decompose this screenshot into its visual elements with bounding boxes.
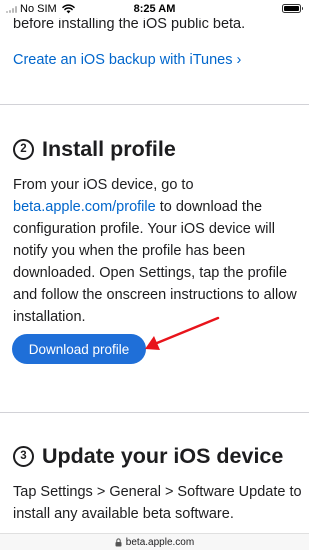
- step-2-heading: 2 Install profile: [13, 137, 176, 162]
- lock-icon: [115, 537, 122, 547]
- profile-link[interactable]: beta.apple.com/profile: [13, 199, 156, 215]
- url-text: beta.apple.com: [125, 536, 195, 548]
- section-divider: [0, 104, 309, 105]
- step-2-text-before: From your iOS device, go to: [13, 177, 194, 193]
- step-3-title: Update your iOS device: [42, 444, 284, 468]
- status-bar: No SIM 8:25 AM: [0, 0, 309, 18]
- step-2-text-after: to download the configuration profile. Y…: [13, 199, 297, 325]
- step-2-number-icon: 2: [13, 139, 34, 160]
- status-time: 8:25 AM: [133, 3, 176, 15]
- itunes-backup-link[interactable]: Create an iOS backup with iTunes ›: [13, 50, 241, 71]
- url-bar[interactable]: beta.apple.com: [0, 533, 309, 550]
- battery-cap: [301, 7, 303, 10]
- step-3-number-icon: 3: [13, 446, 34, 467]
- step-2-title: Install profile: [42, 137, 176, 161]
- section-divider: [0, 412, 309, 413]
- page-content[interactable]: before installing the iOS public beta. C…: [0, 0, 309, 534]
- step-2-description: From your iOS device, go to beta.apple.c…: [13, 174, 303, 328]
- step-3-heading: 3 Update your iOS device: [13, 444, 283, 469]
- battery-icon: [281, 4, 303, 13]
- step-3-description: Tap Settings > General > Software Update…: [13, 484, 302, 522]
- download-profile-button[interactable]: Download profile: [12, 334, 146, 364]
- battery-body: [281, 4, 301, 13]
- battery-fill: [283, 6, 299, 11]
